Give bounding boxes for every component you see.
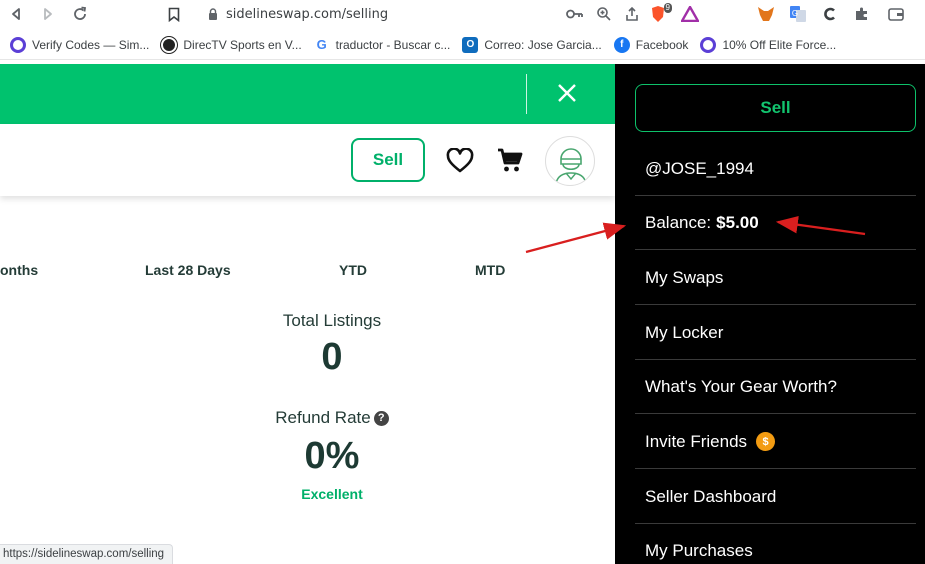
- status-bar-url: https://sidelineswap.com/selling: [0, 544, 174, 564]
- close-banner-button[interactable]: [552, 78, 582, 108]
- total-listings-value: 0: [321, 336, 343, 378]
- bookmark-item[interactable]: G traductor - Buscar c...: [308, 30, 457, 60]
- bookmark-item[interactable]: f Facebook: [608, 30, 695, 60]
- google-g-icon: G: [313, 36, 330, 53]
- balance-value: $5.00: [716, 212, 759, 232]
- refund-rate-value: 0%: [304, 435, 360, 477]
- bookmark-label: Facebook: [635, 37, 689, 52]
- balance-label: Balance:: [645, 212, 712, 232]
- promo-banner: [0, 64, 615, 124]
- circle-c-icon: [824, 7, 835, 21]
- puzzle-icon: [856, 7, 867, 20]
- filter-last-28-days[interactable]: Last 28 Days: [145, 262, 231, 278]
- bookmark-label: Correo: Jose Garcia...: [484, 37, 602, 52]
- menu-item-my-locker[interactable]: My Locker: [635, 306, 916, 360]
- circle-c-icon: [700, 36, 717, 53]
- sell-button[interactable]: Sell: [351, 138, 425, 182]
- coin-icon: $: [756, 432, 776, 451]
- menu-sell-button[interactable]: Sell: [635, 84, 916, 132]
- translate-icon: G: [790, 6, 806, 22]
- wallet-icon: [888, 8, 904, 21]
- annotation-arrow-left: [525, 222, 627, 254]
- address-url: sidelineswap.com/selling: [226, 6, 389, 22]
- reload-icon: [74, 6, 87, 20]
- back-arrow-icon: [12, 8, 20, 20]
- circle-c-icon: [10, 36, 26, 53]
- c-extension[interactable]: [818, 2, 842, 26]
- account-side-menu: Sell @JOSE_1994 Balance: $5.00 My Swaps M…: [615, 64, 925, 564]
- refund-rate-label: Refund Rate: [275, 408, 371, 427]
- bookmark-icon: [168, 7, 180, 22]
- forward-button[interactable]: [32, 0, 64, 28]
- svg-text:G: G: [792, 9, 798, 18]
- bookmark-item[interactable]: 10% Off Elite Force...: [694, 30, 842, 60]
- bookmarks-bar: Verify Codes — Sim... DirecTV Sports en …: [0, 30, 925, 60]
- bookmark-label: 10% Off Elite Force...: [722, 37, 837, 52]
- extension-badge: 9: [663, 3, 672, 13]
- translate-extension[interactable]: G: [786, 2, 810, 26]
- triangle-extension[interactable]: [678, 2, 702, 26]
- rewards-triangle-icon: [681, 6, 699, 22]
- help-icon[interactable]: ?: [373, 410, 389, 426]
- menu-balance[interactable]: Balance: $5.00: [635, 196, 916, 250]
- bookmark-item[interactable]: DirecTV Sports en V...: [155, 30, 307, 60]
- soccer-ball-icon: [161, 36, 178, 53]
- menu-item-seller-dashboard[interactable]: Seller Dashboard: [635, 470, 916, 524]
- key-icon[interactable]: [566, 8, 584, 20]
- bookmark-item[interactable]: O Correo: Jose Garcia...: [456, 30, 607, 60]
- site-header: Sell: [0, 124, 615, 196]
- invite-friends-label: Invite Friends: [645, 431, 748, 451]
- share-icon[interactable]: [624, 6, 640, 22]
- total-listings-label: Total Listings: [282, 311, 382, 330]
- browser-toolbar: sidelineswap.com/selling 9 G: [0, 0, 925, 28]
- omnibox-icons: [566, 2, 640, 26]
- refund-rate-heading: Refund Rate?: [200, 408, 464, 428]
- date-range-filters: onths Last 28 Days YTD MTD: [0, 262, 615, 280]
- avatar[interactable]: [545, 136, 595, 186]
- brave-shield-extension[interactable]: 9: [646, 2, 672, 26]
- banner-divider: [526, 74, 527, 114]
- forward-arrow-icon: [44, 8, 52, 20]
- heart-icon[interactable]: [446, 148, 474, 174]
- bookmark-label: traductor - Buscar c...: [335, 37, 451, 52]
- address-bar[interactable]: sidelineswap.com/selling: [200, 2, 640, 26]
- refund-rating: Excellent: [301, 486, 363, 502]
- filter-mtd[interactable]: MTD: [475, 262, 505, 278]
- bookmark-item[interactable]: Verify Codes — Sim...: [4, 30, 155, 60]
- menu-item-invite-friends[interactable]: Invite Friends $: [635, 415, 916, 469]
- filter-months[interactable]: onths: [0, 262, 38, 278]
- bookmark-button[interactable]: [158, 0, 190, 28]
- close-icon: [558, 84, 576, 102]
- bookmark-label: DirecTV Sports en V...: [183, 37, 302, 52]
- back-button[interactable]: [0, 0, 32, 28]
- browser-window: sidelineswap.com/selling 9 G Verify Code…: [0, 0, 925, 564]
- filter-ytd[interactable]: YTD: [339, 262, 367, 278]
- player-helmet-icon: [555, 148, 587, 184]
- reload-button[interactable]: [64, 0, 96, 28]
- outlook-icon: O: [462, 36, 479, 53]
- extensions-button[interactable]: [850, 2, 874, 26]
- menu-item-my-purchases[interactable]: My Purchases: [635, 524, 916, 564]
- cart-icon[interactable]: [496, 146, 524, 174]
- lock-icon: [209, 8, 217, 20]
- wallet-button[interactable]: [884, 2, 908, 26]
- metamask-extension[interactable]: [754, 2, 778, 26]
- zoom-icon[interactable]: [596, 6, 612, 22]
- fox-icon: [758, 7, 774, 21]
- menu-username[interactable]: @JOSE_1994: [635, 142, 916, 196]
- bookmark-label: Verify Codes — Sim...: [32, 37, 150, 52]
- facebook-icon: f: [613, 36, 630, 53]
- menu-item-my-swaps[interactable]: My Swaps: [635, 251, 916, 305]
- menu-item-gear-worth[interactable]: What's Your Gear Worth?: [635, 360, 916, 414]
